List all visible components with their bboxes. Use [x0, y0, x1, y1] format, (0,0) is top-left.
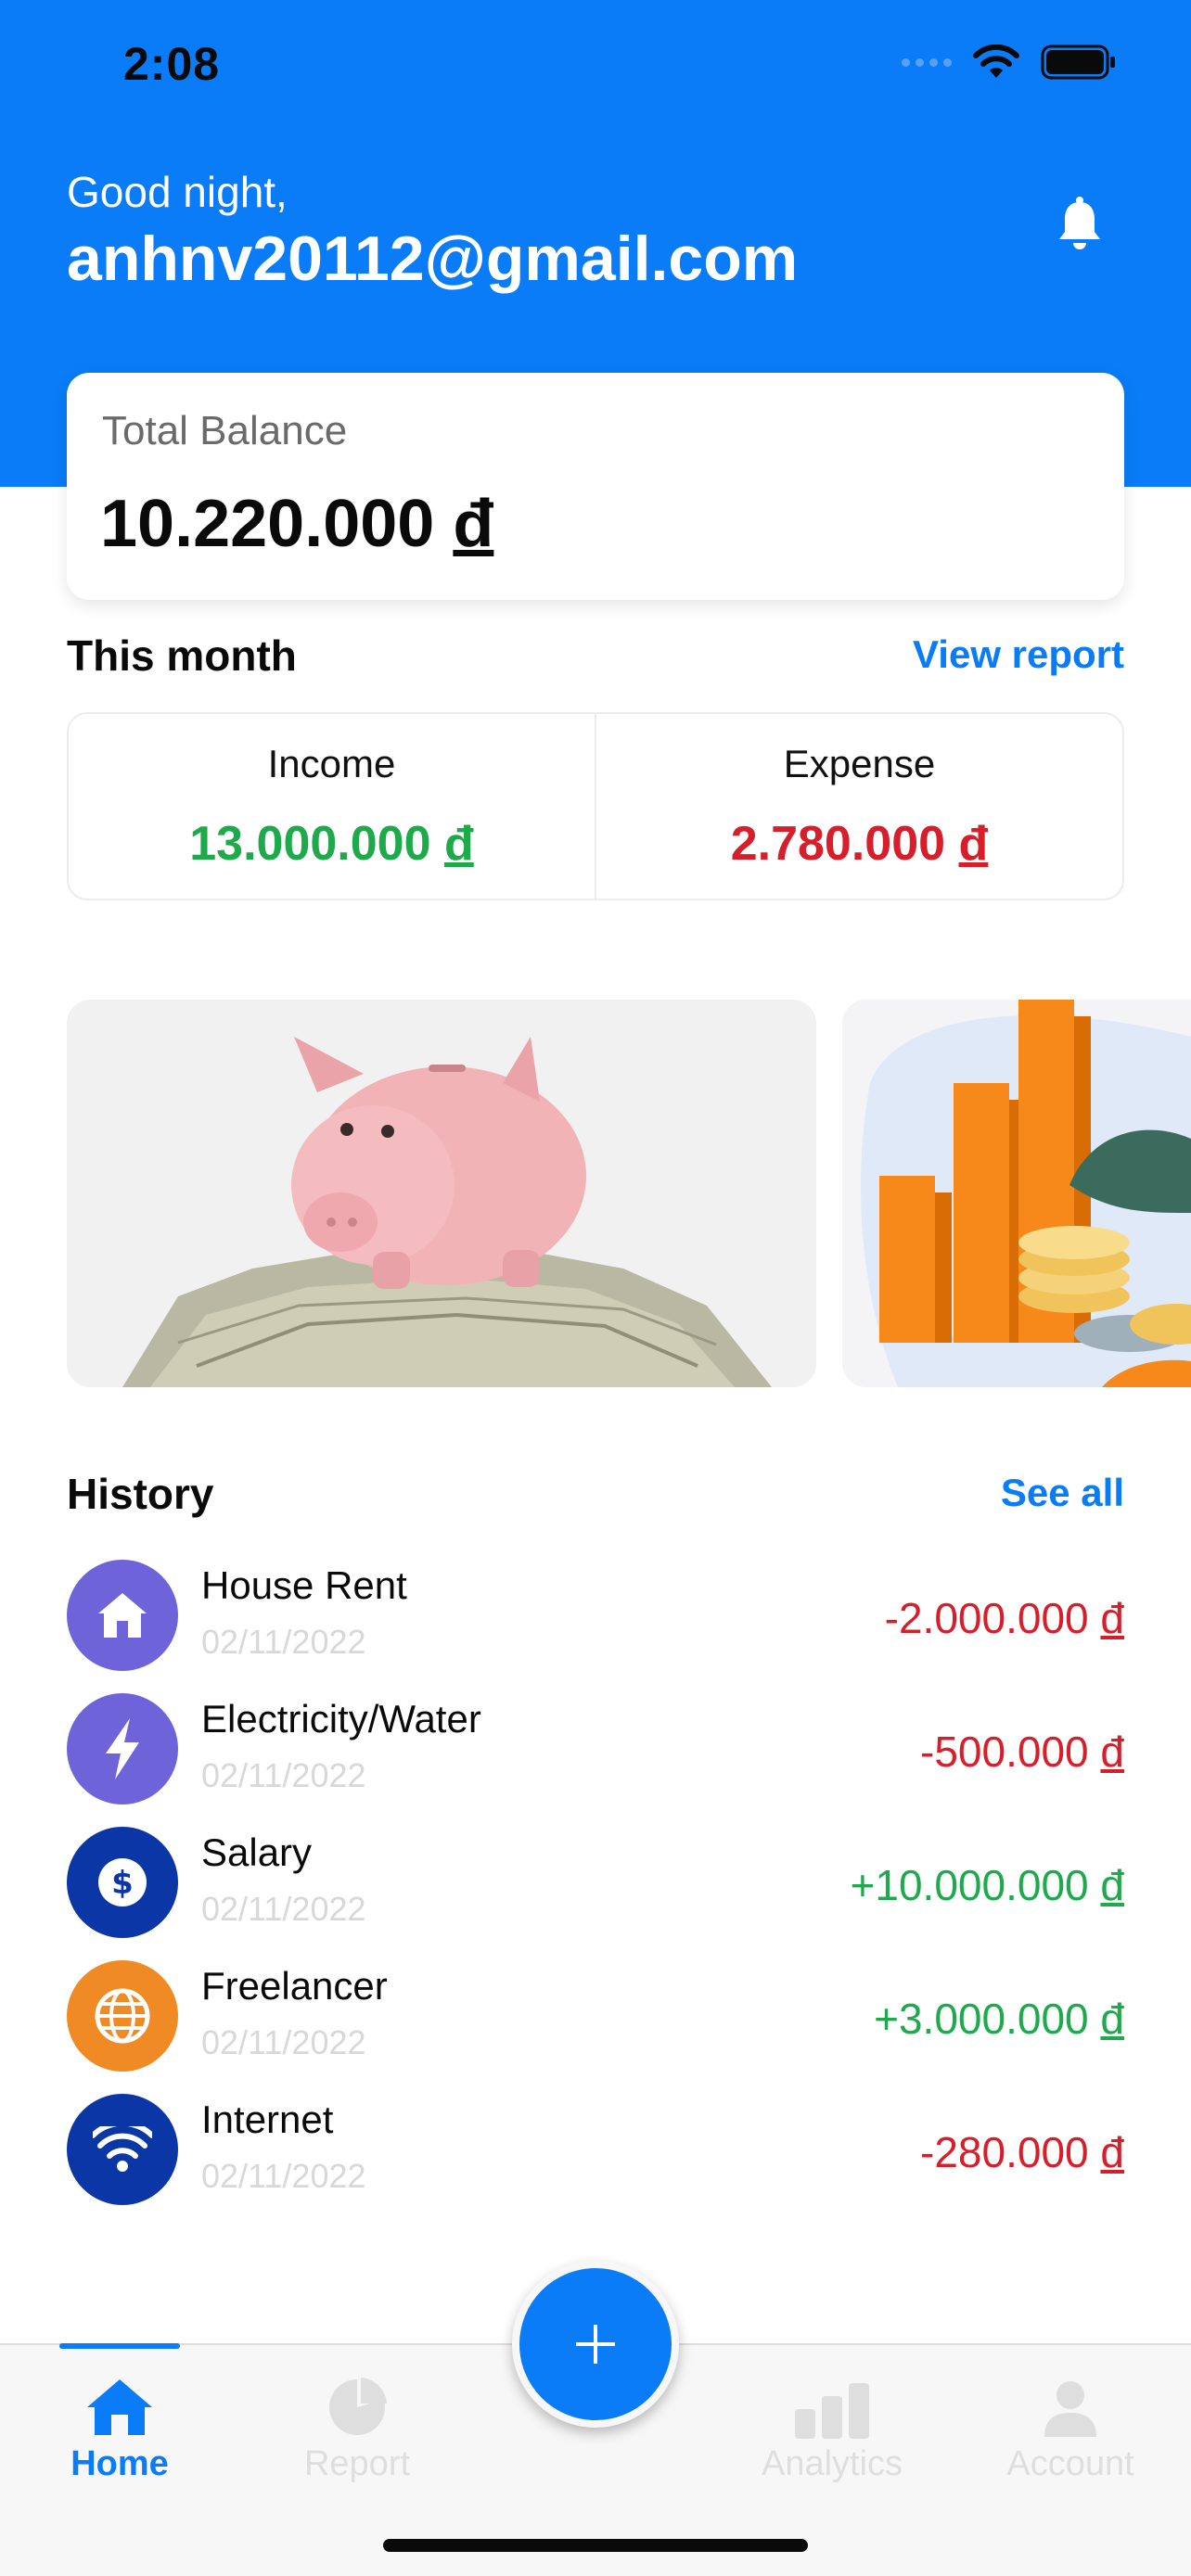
- status-time: 2:08: [123, 38, 221, 90]
- balance-label: Total Balance: [102, 408, 348, 453]
- income-summary: Income 13.000.000 đ: [69, 714, 595, 899]
- tab-label: Report: [303, 2444, 411, 2483]
- history-item-date: 02/11/2022: [201, 1756, 366, 1794]
- balance-amount: 10.220.000 đ: [100, 486, 493, 562]
- growth-chart-illustration: [842, 1000, 1191, 1387]
- this-month-title: This month: [67, 631, 297, 680]
- pie-chart-icon: [329, 2378, 387, 2435]
- amount-currency: đ: [1100, 2128, 1124, 2176]
- amount-currency: đ: [1100, 1995, 1124, 2043]
- amount-currency: đ: [1100, 1861, 1124, 1909]
- house-icon: [67, 1560, 178, 1671]
- balance-card: Total Balance 10.220.000 đ: [67, 373, 1124, 600]
- history-item-salary[interactable]: $ Salary 02/11/2022 +10.000.000 đ: [67, 1817, 1124, 1938]
- person-icon: [1044, 2381, 1096, 2437]
- history-item-date: 02/11/2022: [201, 1890, 366, 1928]
- history-item-amount: -280.000 đ: [920, 2127, 1124, 2177]
- expense-amount-value: 2.780.000: [730, 816, 946, 871]
- history-item-house-rent[interactable]: House Rent 02/11/2022 -2.000.000 đ: [67, 1550, 1124, 1671]
- tab-label: Home: [70, 2444, 169, 2483]
- income-amount: 13.000.000 đ: [189, 816, 473, 872]
- history-item-date: 02/11/2022: [201, 1623, 366, 1661]
- user-email: anhnv20112@gmail.com: [67, 223, 799, 294]
- lightning-icon: [67, 1693, 178, 1804]
- expense-currency: đ: [958, 816, 989, 871]
- bell-icon[interactable]: [1054, 197, 1106, 252]
- battery-icon: [1041, 45, 1115, 80]
- view-report-link[interactable]: View report: [913, 632, 1124, 677]
- amount-currency: đ: [1100, 1728, 1124, 1776]
- amount-value: -280.000: [920, 2128, 1089, 2176]
- balance-currency: đ: [453, 487, 494, 561]
- history-item-amount: +3.000.000 đ: [874, 1994, 1124, 2044]
- tab-analytics[interactable]: Analytics: [753, 2345, 911, 2484]
- history-item-name: Electricity/Water: [201, 1697, 481, 1741]
- tab-label: Account: [1006, 2444, 1134, 2483]
- history-item-internet[interactable]: Internet 02/11/2022 -280.000 đ: [67, 2085, 1124, 2205]
- amount-value: -500.000: [920, 1728, 1089, 1776]
- plus-icon: [576, 2325, 615, 2364]
- add-transaction-button[interactable]: [512, 2261, 679, 2428]
- expense-label: Expense: [783, 741, 936, 785]
- svg-text:$: $: [111, 1865, 134, 1902]
- wifi-icon: [67, 2094, 178, 2205]
- tab-account[interactable]: Account: [996, 2345, 1145, 2484]
- growth-chart-banner[interactable]: [842, 1000, 1191, 1387]
- piggy-bank-illustration: [67, 1000, 816, 1387]
- greeting-text: Good night,: [67, 168, 288, 216]
- amount-currency: đ: [1100, 1594, 1124, 1642]
- history-item-date: 02/11/2022: [201, 2023, 366, 2061]
- history-item-amount: -500.000 đ: [920, 1727, 1124, 1777]
- bar-chart-icon: [795, 2383, 869, 2439]
- history-title: History: [67, 1470, 214, 1518]
- wifi-status-icon: [973, 45, 1019, 78]
- dollar-icon: $: [67, 1827, 178, 1938]
- history-item-amount: +10.000.000 đ: [851, 1860, 1124, 1910]
- tab-report[interactable]: Report: [288, 2345, 427, 2484]
- history-item-date: 02/11/2022: [201, 2157, 366, 2195]
- home-icon: [87, 2379, 152, 2435]
- tab-label: Analytics: [761, 2444, 903, 2483]
- history-item-electricity-water[interactable]: Electricity/Water 02/11/2022 -500.000 đ: [67, 1684, 1124, 1804]
- piggy-bank-banner[interactable]: [67, 1000, 816, 1387]
- amount-value: +10.000.000: [850, 1861, 1089, 1909]
- amount-value: -2.000.000: [884, 1594, 1089, 1642]
- history-item-name: Internet: [201, 2098, 334, 2141]
- history-item-amount: -2.000.000 đ: [885, 1593, 1124, 1643]
- income-amount-value: 13.000.000: [189, 816, 431, 871]
- signal-icon: [902, 57, 952, 67]
- history-item-name: Freelancer: [201, 1964, 388, 2008]
- amount-value: +3.000.000: [874, 1995, 1089, 2043]
- home-indicator: [383, 2539, 808, 2552]
- status-icons: [902, 45, 1117, 80]
- see-all-link[interactable]: See all: [1001, 1471, 1124, 1515]
- income-label: Income: [267, 741, 396, 785]
- balance-amount-value: 10.220.000: [100, 487, 435, 561]
- tab-home[interactable]: Home: [59, 2345, 180, 2484]
- expense-amount: 2.780.000 đ: [731, 816, 989, 872]
- history-item-name: House Rent: [201, 1563, 407, 1607]
- history-item-name: Salary: [201, 1830, 313, 1874]
- history-item-freelancer[interactable]: Freelancer 02/11/2022 +3.000.000 đ: [67, 1951, 1124, 2072]
- globe-icon: [67, 1960, 178, 2072]
- month-summary-card: Income 13.000.000 đ Expense 2.780.000 đ: [67, 712, 1124, 900]
- income-currency: đ: [443, 816, 474, 871]
- expense-summary: Expense 2.780.000 đ: [595, 714, 1122, 899]
